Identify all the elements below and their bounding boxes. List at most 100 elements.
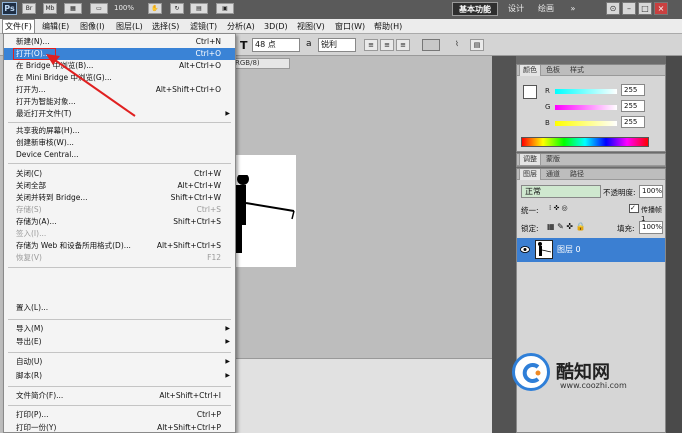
menu-select[interactable]: 选择(S) <box>150 19 181 34</box>
menu-filter[interactable]: 滤镜(T) <box>188 19 219 34</box>
maximize-icon[interactable]: □ <box>638 2 652 15</box>
align-center-icon[interactable]: ≡ <box>380 39 394 51</box>
close-icon[interactable]: × <box>654 2 668 15</box>
menu-item-label: 脚本(R) <box>16 371 43 380</box>
font-size-icon: T <box>240 39 248 52</box>
menu-item-save-for-web[interactable]: 存储为 Web 和设备所用格式(D)... Alt+Shift+Ctrl+S <box>4 240 235 252</box>
tab-layers[interactable]: 图层 <box>519 169 541 180</box>
tab-styles[interactable]: 样式 <box>567 65 587 76</box>
g-value-field[interactable]: 255 <box>621 100 645 112</box>
eye-icon[interactable] <box>520 245 530 254</box>
r-value-field[interactable]: 255 <box>621 84 645 96</box>
menu-item-scripts[interactable]: 脚本(R) ▶ <box>4 370 235 382</box>
unify-label: 统一: <box>521 206 539 215</box>
color-spectrum-bar[interactable] <box>521 137 649 147</box>
menu-item-new[interactable]: 新建(N)... Ctrl+N <box>4 36 235 48</box>
warp-text-icon[interactable]: ⌇ <box>450 39 464 51</box>
submenu-arrow-icon: ▶ <box>225 325 230 332</box>
document-tab[interactable]: RGB/8) <box>230 58 290 69</box>
mini-bridge-icon[interactable]: Mb <box>43 3 57 14</box>
menu-image[interactable]: 图像(I) <box>78 19 107 34</box>
align-left-icon[interactable]: ≡ <box>364 39 378 51</box>
menu-item-label: 关闭并转到 Bridge... <box>16 193 88 202</box>
b-slider[interactable] <box>555 121 617 126</box>
menu-item-place[interactable]: 置入(L)... <box>4 302 235 314</box>
lock-icons[interactable]: ▦ ✎ ✜ 🔒 <box>547 222 607 231</box>
menu-layer[interactable]: 图层(L) <box>114 19 145 34</box>
menu-item-check-in[interactable]: 签入(I)... <box>4 228 235 240</box>
menu-item-label: 置入(L)... <box>16 303 49 312</box>
zoom-level-icon[interactable]: ▭ <box>90 3 108 14</box>
menu-item-file-info[interactable]: 文件简介(F)... Alt+Shift+Ctrl+I <box>4 390 235 402</box>
hand-tool-icon[interactable]: ✋ <box>148 3 162 14</box>
menu-item-label: 恢复(V) <box>16 253 42 262</box>
menu-item-label: Device Central... <box>16 150 79 159</box>
tab-swatches[interactable]: 色板 <box>543 65 563 76</box>
b-value-field[interactable]: 255 <box>621 116 645 128</box>
fill-label: 填充: <box>617 224 635 233</box>
menu-item-device-central[interactable]: Device Central... <box>4 149 235 161</box>
menu-item-revert[interactable]: 恢复(V) F12 <box>4 252 235 264</box>
arrange-documents-icon[interactable]: ▤ <box>190 3 208 14</box>
blend-mode-select[interactable]: 正常 <box>521 185 601 198</box>
menu-file[interactable]: 文件(F) <box>2 19 35 34</box>
propagate-checkbox[interactable]: ✓ <box>629 204 639 213</box>
menu-item-label: 导出(E) <box>16 337 42 346</box>
tab-channels[interactable]: 通道 <box>543 169 563 180</box>
bridge-icon[interactable]: Br <box>22 3 36 14</box>
layer-name[interactable]: 图层 0 <box>557 244 581 255</box>
menu-window[interactable]: 窗口(W) <box>333 19 367 34</box>
view-extras-icon[interactable]: ▦ <box>64 3 82 14</box>
unify-icons[interactable]: ⁞ ✜ ◎ <box>549 204 589 212</box>
panel-scroll-area <box>666 56 682 433</box>
layer-thumbnail-figure <box>538 242 552 256</box>
tab-adjustments[interactable]: 调整 <box>519 154 541 165</box>
rotate-view-icon[interactable]: ↻ <box>170 3 184 14</box>
text-color-swatch[interactable] <box>422 39 440 51</box>
antialias-select[interactable]: 锐利 <box>318 38 356 52</box>
menu-3d[interactable]: 3D(D) <box>262 19 290 34</box>
menu-view[interactable]: 视图(V) <box>295 19 327 34</box>
g-slider[interactable] <box>555 105 617 110</box>
menu-item-shortcut: Alt+Shift+Ctrl+P <box>157 423 221 432</box>
workspace-paint-button[interactable]: 绘画 <box>534 2 558 16</box>
tab-color[interactable]: 颜色 <box>519 65 541 76</box>
menu-item-print[interactable]: 打印(P)... Ctrl+P <box>4 409 235 421</box>
tab-paths[interactable]: 路径 <box>567 169 587 180</box>
menu-item-shortcut: Ctrl+P <box>196 410 221 419</box>
align-right-icon[interactable]: ≡ <box>396 39 410 51</box>
menu-item-automate[interactable]: 自动(U) ▶ <box>4 356 235 368</box>
menu-item-new-review[interactable]: 创建新审核(W)... <box>4 137 235 149</box>
tab-masks[interactable]: 蒙版 <box>543 154 563 165</box>
menu-item-label: 新建(N)... <box>16 37 50 46</box>
layer-row[interactable]: 图层 0 <box>517 238 665 262</box>
annotation-arrow-icon <box>46 54 136 117</box>
screen-mode-icon[interactable]: ▣ <box>216 3 234 14</box>
menu-edit[interactable]: 编辑(E) <box>40 19 71 34</box>
menu-item-shortcut: Shift+Ctrl+S <box>173 217 221 226</box>
r-slider[interactable] <box>555 89 617 94</box>
character-panel-icon[interactable]: ▤ <box>470 39 484 51</box>
menu-item-save[interactable]: 存储(S) Ctrl+S <box>4 204 235 216</box>
menu-item-print-one[interactable]: 打印一份(Y) Alt+Shift+Ctrl+P <box>4 422 235 433</box>
minimize-icon[interactable]: – <box>622 2 636 15</box>
menu-item-import[interactable]: 导入(M) ▶ <box>4 323 235 335</box>
font-size-field[interactable]: 48 点 <box>252 38 300 52</box>
workspace-basic-button[interactable]: 基本功能 <box>452 2 498 16</box>
fill-field[interactable]: 100% <box>639 221 663 234</box>
menu-item-close[interactable]: 关闭(C) Ctrl+W <box>4 168 235 180</box>
menu-item-close-go-bridge[interactable]: 关闭并转到 Bridge... Shift+Ctrl+W <box>4 192 235 204</box>
workspace-design-button[interactable]: 设计 <box>504 2 528 16</box>
menu-item-share-screen[interactable]: 共享我的屏幕(H)... <box>4 125 235 137</box>
adjust-panel-tabs: 调整 蒙版 <box>517 154 665 166</box>
menu-analysis[interactable]: 分析(A) <box>225 19 257 34</box>
search-icon[interactable]: ⊙ <box>606 2 620 15</box>
zoom-level[interactable]: 100% <box>114 3 144 14</box>
foreground-color-swatch[interactable] <box>523 85 537 99</box>
menu-item-close-all[interactable]: 关闭全部 Alt+Ctrl+W <box>4 180 235 192</box>
opacity-field[interactable]: 100% <box>639 185 663 198</box>
menu-item-export[interactable]: 导出(E) ▶ <box>4 336 235 348</box>
menu-item-save-as[interactable]: 存储为(A)... Shift+Ctrl+S <box>4 216 235 228</box>
menu-help[interactable]: 帮助(H) <box>372 19 404 34</box>
more-workspaces-button[interactable]: » <box>566 2 580 16</box>
